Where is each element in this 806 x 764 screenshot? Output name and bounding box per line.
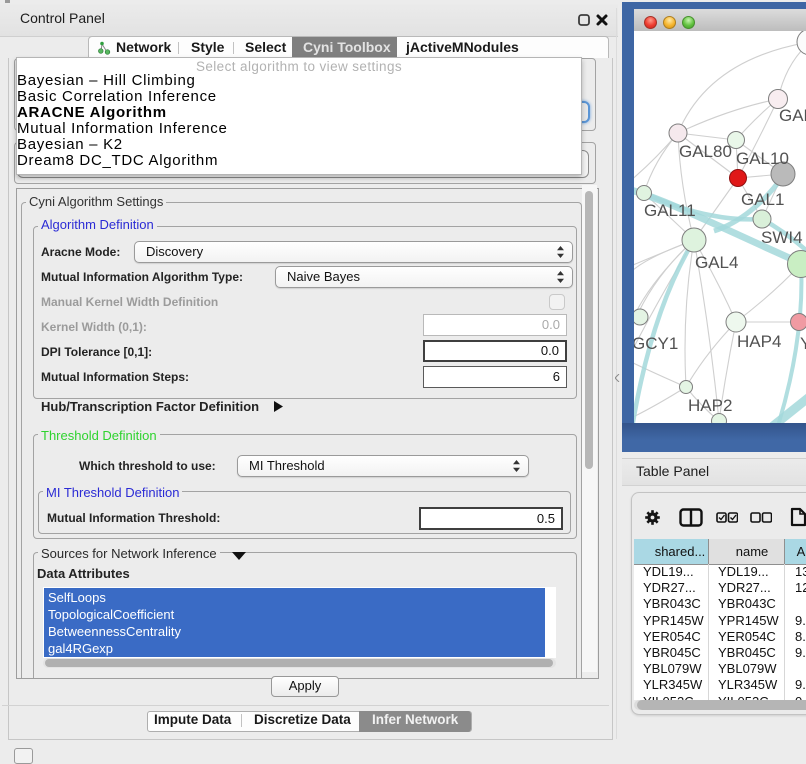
svg-text:HAP2: HAP2 bbox=[688, 396, 732, 415]
svg-text:GCY1: GCY1 bbox=[634, 334, 678, 353]
svg-text:GAL4: GAL4 bbox=[695, 253, 738, 272]
svg-text:GAL10: GAL10 bbox=[736, 149, 789, 168]
svg-text:Y: Y bbox=[800, 334, 806, 353]
svg-text:SWI4: SWI4 bbox=[761, 228, 803, 247]
svg-text:GAL: GAL bbox=[779, 106, 806, 125]
svg-text:GAL80: GAL80 bbox=[679, 142, 732, 161]
svg-text:HAP4: HAP4 bbox=[737, 332, 781, 351]
svg-text:GAL1: GAL1 bbox=[741, 190, 784, 209]
svg-text:GAL11: GAL11 bbox=[644, 201, 696, 220]
